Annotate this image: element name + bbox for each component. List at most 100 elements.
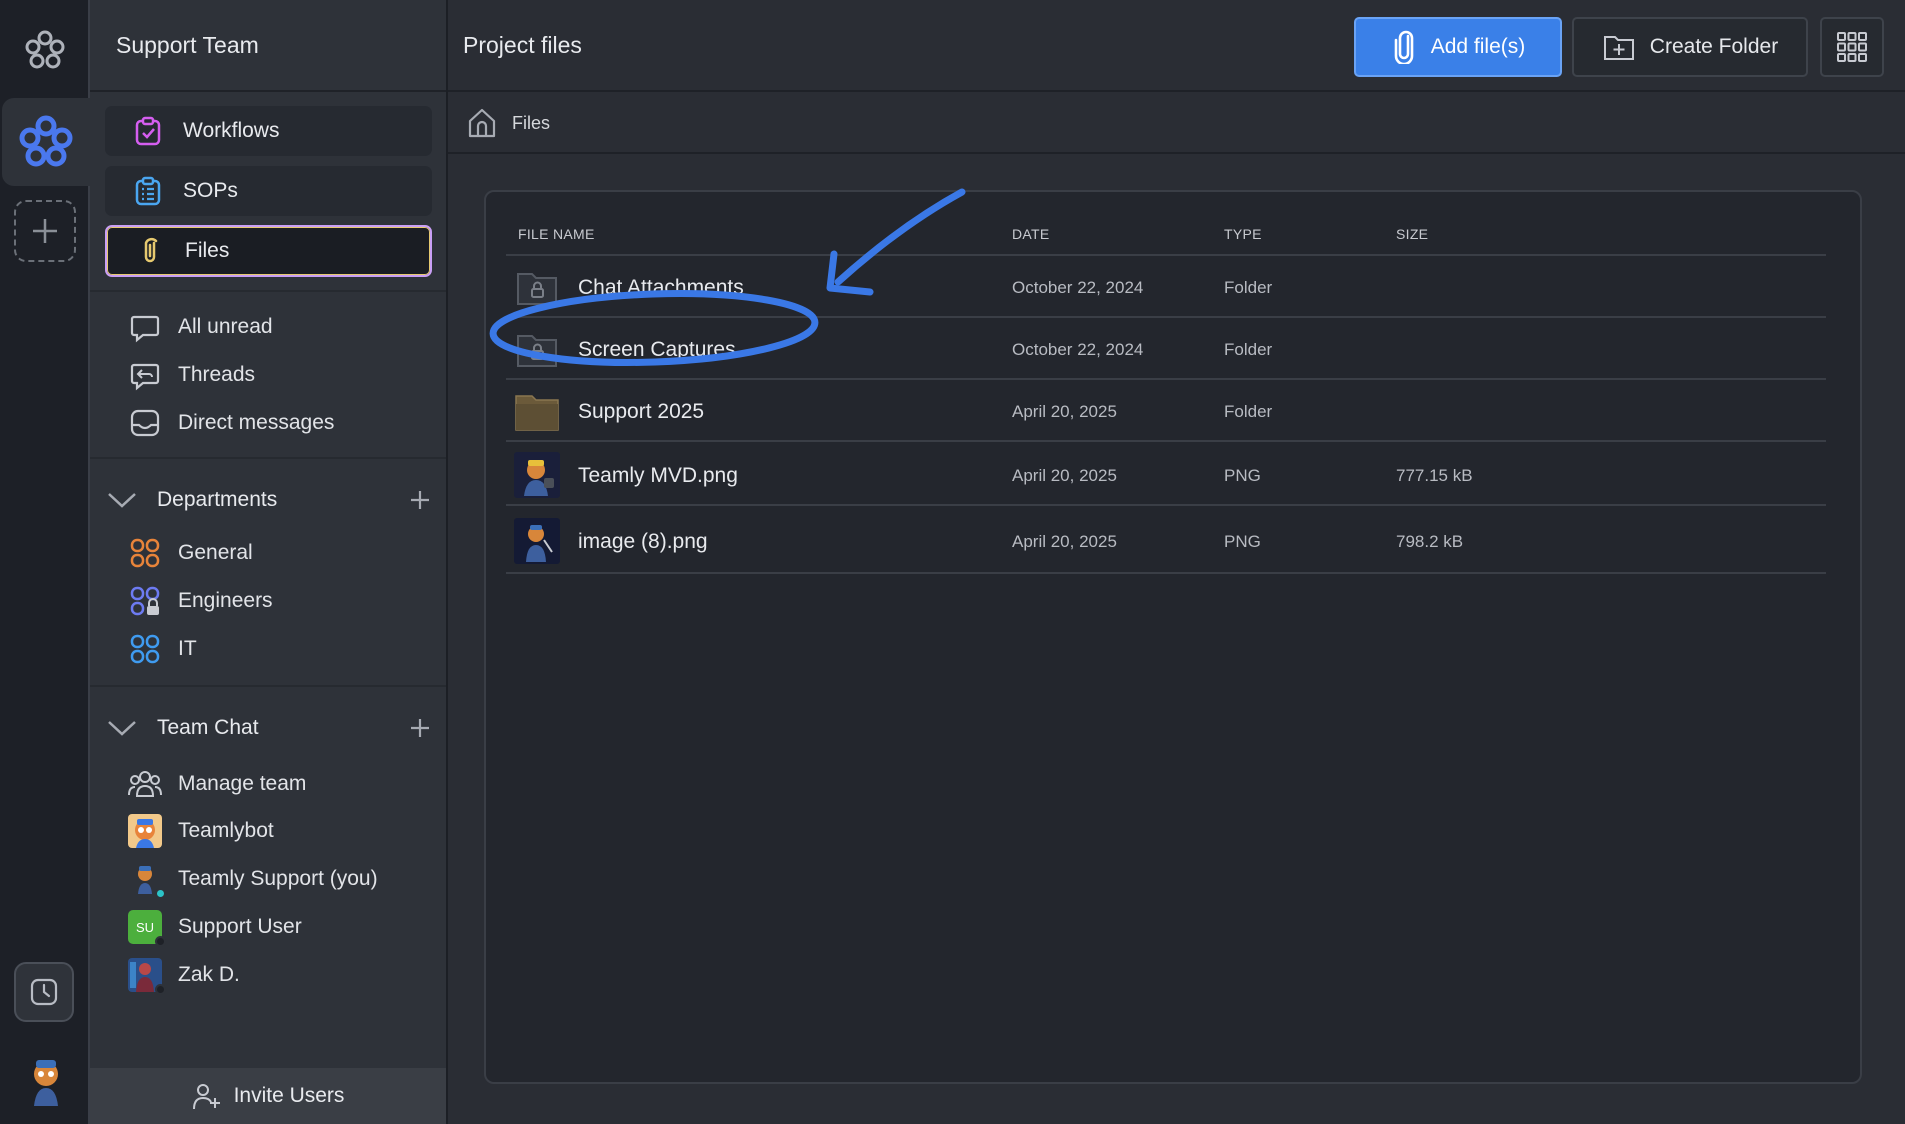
bot-avatar: [128, 814, 162, 848]
column-date[interactable]: DATE: [1012, 226, 1050, 242]
column-type[interactable]: TYPE: [1224, 226, 1262, 242]
flower-logo-icon[interactable]: [20, 26, 70, 76]
history-button[interactable]: [14, 962, 74, 1022]
presence-dot: [155, 936, 166, 947]
su-avatar: SU: [128, 910, 166, 947]
plus-icon: [411, 491, 429, 509]
nav-label: Threads: [178, 363, 256, 386]
paperclip-icon: [132, 233, 168, 269]
chat-zak-d[interactable]: Zak D.: [128, 955, 240, 995]
plus-icon: [411, 719, 429, 737]
sidebar-item-files[interactable]: Files: [105, 225, 432, 277]
nav-label: All unread: [178, 315, 273, 338]
department-general[interactable]: General: [128, 533, 253, 573]
department-engineers[interactable]: Engineers: [128, 581, 273, 621]
file-size: 798.2 kB: [1396, 532, 1464, 551]
section-title: Team Chat: [157, 716, 259, 739]
group-icon: [128, 536, 162, 570]
nav-label: Manage team: [178, 772, 307, 795]
chat-support-user[interactable]: SU Support User: [128, 907, 302, 947]
file-type: Folder: [1224, 340, 1273, 359]
add-workspace-button[interactable]: [14, 200, 76, 262]
add-files-button[interactable]: Add file(s): [1354, 17, 1562, 77]
presence-dot: [155, 984, 166, 995]
nav-label: Zak D.: [178, 963, 240, 986]
table-row[interactable]: Screen Captures October 22, 2024 Folder: [506, 320, 1826, 380]
inbox-icon: [128, 406, 162, 440]
section-title: Departments: [157, 488, 278, 511]
locked-folder-icon: [514, 328, 560, 372]
chevron-down-icon: [105, 719, 139, 737]
workspace-rail: [0, 0, 90, 1124]
file-size: 777.15 kB: [1396, 466, 1473, 485]
file-date: April 20, 2025: [1012, 532, 1117, 551]
file-name: image (8).png: [578, 530, 708, 553]
table-header: FILE NAME DATE TYPE SIZE: [506, 208, 1826, 256]
paperclip-icon: [1394, 30, 1414, 64]
plus-icon: [33, 219, 57, 243]
table-row[interactable]: Chat Attachments October 22, 2024 Folder: [506, 258, 1826, 318]
grid-view-button[interactable]: [1820, 17, 1884, 77]
department-it[interactable]: IT: [128, 629, 197, 669]
sidebar-item-threads[interactable]: Threads: [128, 355, 255, 395]
add-chat-button[interactable]: [405, 717, 435, 739]
workflow-icon: [130, 113, 166, 149]
image-thumbnail: [514, 452, 560, 498]
sidebar-item-direct-messages[interactable]: Direct messages: [128, 403, 334, 443]
presence-dot: [155, 888, 166, 899]
file-type: Folder: [1224, 402, 1273, 421]
workspace-flower-icon[interactable]: [2, 98, 90, 186]
column-file-name[interactable]: FILE NAME: [518, 226, 595, 242]
file-date: April 20, 2025: [1012, 466, 1117, 485]
divider: [90, 685, 446, 687]
chevron-down-icon: [105, 491, 139, 509]
main-content: Project files Add file(s) Create Folder …: [448, 0, 1905, 1124]
table-row[interactable]: Teamly MVD.png April 20, 2025 PNG 777.15…: [506, 444, 1826, 506]
clipboard-list-icon: [130, 173, 166, 209]
nav-label: Teamlybot: [178, 819, 274, 842]
add-department-button[interactable]: [405, 489, 435, 511]
breadcrumb: Files: [448, 94, 1905, 154]
files-table: FILE NAME DATE TYPE SIZE Chat Attachment…: [484, 190, 1862, 1084]
chat-teamlybot[interactable]: Teamlybot: [128, 811, 274, 851]
zak-avatar: [128, 958, 166, 995]
create-folder-button[interactable]: Create Folder: [1572, 17, 1808, 77]
sidebar-item-label: SOPs: [183, 179, 238, 202]
sidebar-item-label: Workflows: [183, 119, 280, 142]
chat-teamly-support[interactable]: Teamly Support (you): [128, 859, 378, 899]
department-label: IT: [178, 637, 197, 660]
create-folder-label: Create Folder: [1649, 35, 1779, 58]
nav-label: Teamly Support (you): [178, 867, 378, 890]
group-lock-icon: [128, 584, 162, 618]
departments-header[interactable]: Departments: [105, 480, 435, 520]
table-row[interactable]: Support 2025 April 20, 2025 Folder: [506, 382, 1826, 442]
image-thumbnail: [514, 518, 560, 564]
sidebar: Support Team Workflows SOPs Files All un…: [90, 0, 448, 1124]
sidebar-item-all-unread[interactable]: All unread: [128, 307, 273, 347]
file-name: Screen Captures: [578, 338, 736, 361]
table-row[interactable]: image (8).png April 20, 2025 PNG 798.2 k…: [506, 508, 1826, 574]
team-chat-header[interactable]: Team Chat: [105, 708, 435, 748]
invite-label: Invite Users: [233, 1084, 345, 1107]
nav-label: Direct messages: [178, 411, 335, 434]
folder-plus-icon: [1603, 36, 1634, 60]
sidebar-item-label: Files: [185, 239, 230, 262]
sidebar-item-workflows[interactable]: Workflows: [105, 106, 432, 156]
threads-icon: [128, 358, 162, 392]
department-label: Engineers: [178, 589, 273, 612]
team-name[interactable]: Support Team: [90, 0, 446, 92]
column-size[interactable]: SIZE: [1396, 226, 1428, 242]
invite-users-button[interactable]: Invite Users: [90, 1068, 446, 1124]
breadcrumb-files[interactable]: Files: [512, 113, 550, 134]
home-icon[interactable]: [466, 107, 498, 139]
team-icon: [128, 767, 162, 801]
file-name: Chat Attachments: [578, 276, 744, 299]
file-date: October 22, 2024: [1012, 278, 1144, 297]
file-name: Support 2025: [578, 400, 705, 423]
locked-folder-icon: [514, 266, 560, 310]
user-avatar[interactable]: [22, 1056, 70, 1106]
file-name: Teamly MVD.png: [578, 464, 738, 487]
sidebar-item-sops[interactable]: SOPs: [105, 166, 432, 216]
sidebar-item-manage-team[interactable]: Manage team: [128, 764, 306, 804]
group-icon: [128, 632, 162, 666]
